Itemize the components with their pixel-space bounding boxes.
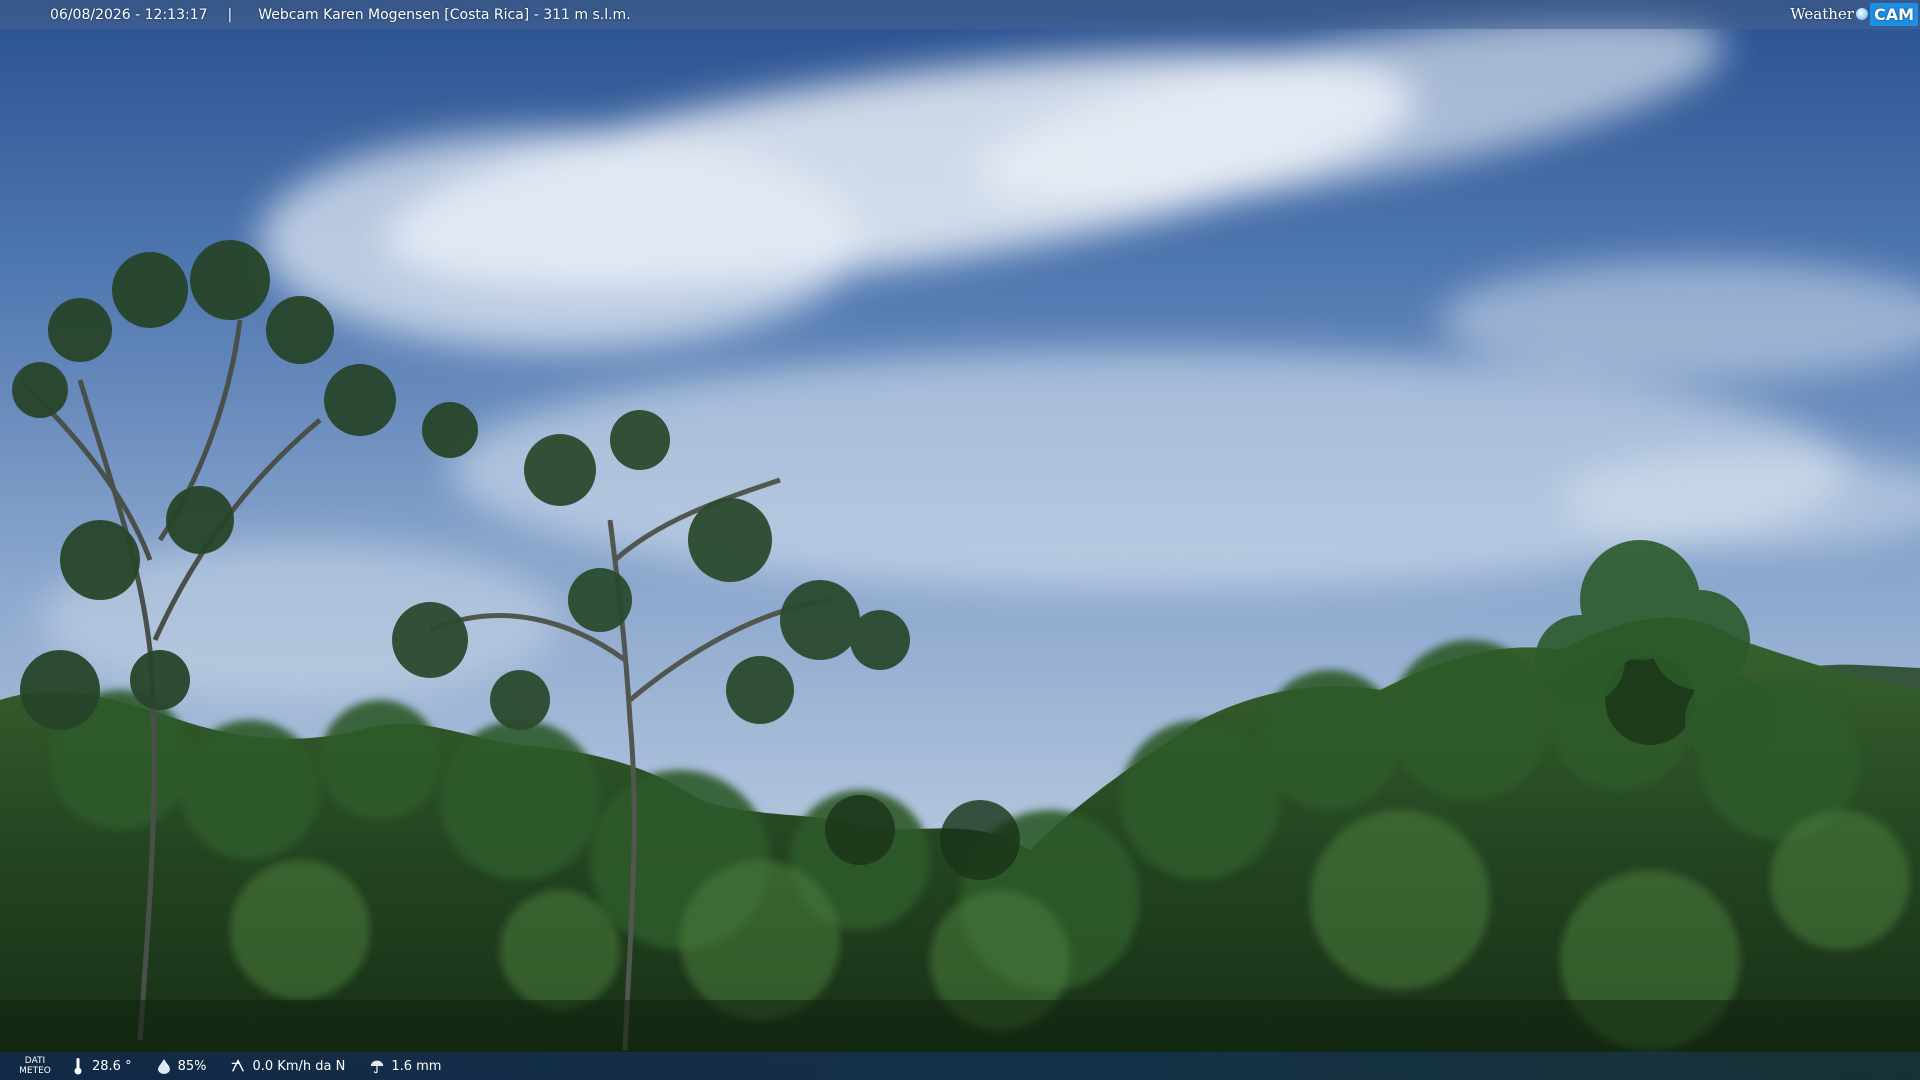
rain-icon xyxy=(369,1057,385,1075)
weathercam-logo[interactable]: Weather CAM xyxy=(1790,1,1918,27)
rain-reading: 1.6 mm xyxy=(369,1057,441,1075)
brand-cam: CAM xyxy=(1869,2,1918,26)
webcam-frame: 06/08/2026 - 12:13:17 | Webcam Karen Mog… xyxy=(0,0,1920,1080)
humidity-reading: 85% xyxy=(156,1057,207,1075)
wind-reading: 0.0 Km/h da N xyxy=(230,1057,345,1075)
dati-meteo-label: DATI METEO xyxy=(19,1056,51,1076)
wind-value: 0.0 Km/h da N xyxy=(252,1058,346,1074)
humidity-value: 85% xyxy=(177,1058,207,1074)
webcam-image xyxy=(0,0,1920,1080)
timestamp: 06/08/2026 - 12:13:17 xyxy=(50,6,208,23)
humidity-drop-icon xyxy=(156,1057,172,1075)
webcam-caption: Webcam Karen Mogensen [Costa Rica] - 311… xyxy=(258,6,631,23)
rain-value: 1.6 mm xyxy=(391,1058,442,1074)
wind-icon xyxy=(230,1057,246,1075)
temperature-value: 28.6 ° xyxy=(92,1058,132,1074)
brand-word: Weather xyxy=(1790,5,1854,23)
globe-icon xyxy=(1855,8,1868,20)
weather-data-bar: DATI METEO 28.6 ° 85% 0.0 Km/h da N 1.6 … xyxy=(0,1052,1920,1080)
landscape-scene xyxy=(0,0,1920,1080)
temperature-reading: 28.6 ° xyxy=(70,1057,132,1075)
top-caption-bar: 06/08/2026 - 12:13:17 | Webcam Karen Mog… xyxy=(0,0,1920,29)
caption-separator: | xyxy=(227,6,233,23)
thermometer-icon xyxy=(70,1057,86,1075)
